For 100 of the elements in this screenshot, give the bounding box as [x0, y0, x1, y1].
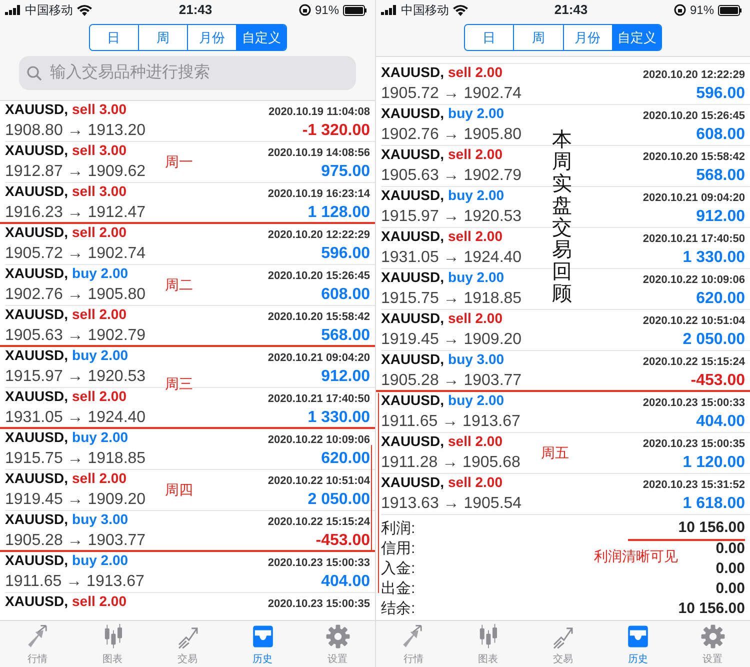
symbol-text: XAUUSD,: [5, 592, 68, 611]
order-type: sell 3.00: [72, 101, 127, 119]
order-type: sell 2.00: [72, 592, 127, 611]
order-type: sell 3.00: [72, 141, 127, 160]
trade-time: 2020.10.19 11:04:08: [268, 104, 370, 120]
search-icon: [27, 66, 42, 80]
symbol-text: XAUUSD,: [381, 227, 444, 246]
summary-label: 利润:: [381, 518, 416, 539]
summary-label: 出金:: [381, 578, 416, 599]
trade-time: 2020.10.22 10:09:06: [268, 432, 370, 448]
price-change: 1902.76 → 1905.80: [381, 124, 522, 144]
trade-time: 2020.10.20 15:58:42: [268, 310, 370, 324]
annotation-text: 周二: [165, 276, 193, 294]
tab-bar-item[interactable]: 设置: [300, 621, 375, 667]
symbol-text: XAUUSD,: [5, 101, 68, 119]
profit-value: 596.00: [696, 84, 745, 104]
tab-bar-item[interactable]: 设置: [675, 621, 750, 667]
period-tab[interactable]: 月份: [187, 25, 236, 50]
tab-bar-item[interactable]: 交易: [150, 621, 225, 667]
order-type: sell 2.00: [448, 227, 503, 246]
period-tab[interactable]: 周: [138, 25, 187, 50]
price-change: 1905.72 → 1902.74: [5, 244, 146, 264]
price-change: 1915.75 → 1918.85: [5, 448, 146, 468]
battery-icon: [343, 4, 367, 16]
order-type: sell 2.00: [72, 469, 127, 488]
profit-value: 620.00: [696, 288, 745, 308]
symbol-text: XAUUSD,: [5, 223, 68, 242]
price-change: 1913.63 → 1905.54: [381, 494, 522, 514]
symbol-text: XAUUSD,: [5, 182, 68, 201]
tab-bar-item[interactable]: 行情: [376, 621, 451, 667]
profit-value: 404.00: [696, 412, 745, 432]
search-input[interactable]: 输入交易品种进行搜索: [48, 60, 348, 86]
symbol-text: XAUUSD,: [5, 305, 68, 324]
order-type: sell 2.00: [448, 145, 503, 164]
price-change: 1931.05 → 1924.40: [5, 408, 146, 428]
symbol-text: XAUUSD,: [381, 186, 444, 205]
period-tab[interactable]: 日: [90, 25, 138, 50]
trade-time: 2020.10.23 15:00:33: [268, 556, 370, 570]
symbol-text: XAUUSD,: [381, 104, 444, 123]
annotation-text: 周三: [165, 374, 193, 394]
order-type: sell 2.00: [448, 63, 503, 82]
order-type: sell 2.00: [448, 432, 503, 451]
symbol-text: XAUUSD,: [5, 510, 68, 529]
period-tab[interactable]: 自定义: [612, 25, 661, 50]
summary-value: 0.00: [716, 538, 745, 559]
tab-bar-item[interactable]: 图表: [75, 621, 150, 667]
period-tab[interactable]: 自定义: [236, 25, 286, 50]
price-change: 1919.45 → 1909.20: [5, 490, 146, 510]
profit-value: 596.00: [321, 244, 370, 264]
summary-value: 0.00: [716, 558, 745, 579]
price-change: 1908.80 → 1913.20: [5, 120, 146, 140]
price-change: 1915.97 → 1920.53: [5, 366, 146, 386]
order-type: sell 2.00: [72, 305, 127, 324]
price-change: 1905.63 → 1902.79: [5, 326, 146, 346]
profit-value: 1 120.00: [682, 452, 745, 472]
profit-value: 912.00: [696, 206, 745, 226]
profit-value: -1 320.00: [302, 120, 370, 140]
search-field[interactable]: 输入交易品种进行搜索: [19, 56, 356, 90]
symbol-text: XAUUSD,: [5, 551, 68, 570]
status-time: 21:43: [554, 1, 588, 20]
order-type: sell 2.00: [448, 473, 503, 492]
tab-bar-item[interactable]: 行情: [0, 621, 75, 667]
rotation-lock-icon: [674, 4, 686, 16]
summary-label: 信用:: [381, 538, 416, 559]
summary-label: 入金:: [381, 558, 416, 579]
carrier-name: 中国移动: [401, 2, 449, 19]
trade-time: 2020.10.21 09:04:20: [642, 190, 745, 206]
trade-time: 2020.10.23 15:00:33: [642, 396, 745, 410]
profit-value: 568.00: [696, 166, 745, 186]
profit-value: 912.00: [321, 366, 370, 386]
tab-bar-item[interactable]: 交易: [526, 621, 600, 667]
tab-bar-item[interactable]: 历史: [600, 621, 676, 667]
symbol-text: XAUUSD,: [381, 432, 444, 451]
tab-bar-item[interactable]: 历史: [225, 621, 300, 667]
symbol-text: XAUUSD,: [5, 141, 68, 160]
symbol-text: XAUUSD,: [5, 264, 68, 283]
symbol-text: XAUUSD,: [381, 309, 444, 328]
order-type: buy 2.00: [448, 268, 504, 287]
trade-time: 2020.10.21 17:40:50: [268, 392, 370, 406]
trade-time: 2020.10.21 09:04:20: [268, 350, 370, 366]
carrier-name: 中国移动: [25, 2, 73, 19]
profit-value: 1 330.00: [682, 248, 745, 268]
price-change: 1905.28 → 1903.77: [5, 530, 146, 550]
symbol-text: XAUUSD,: [381, 145, 444, 164]
symbol-text: XAUUSD,: [5, 469, 68, 488]
period-tab[interactable]: 日: [465, 25, 514, 50]
tab-bar-item[interactable]: 图表: [450, 621, 526, 667]
symbol-text: XAUUSD,: [381, 350, 444, 369]
trade-time: 2020.10.23 15:00:35: [268, 596, 370, 612]
signal-icon: [381, 5, 397, 15]
symbol-text: XAUUSD,: [381, 268, 444, 287]
order-type: sell 2.00: [72, 387, 127, 406]
profit-value: 608.00: [696, 124, 745, 144]
profit-value: 608.00: [321, 284, 370, 304]
period-tab[interactable]: 月份: [562, 25, 612, 50]
price-change: 1902.76 → 1905.80: [5, 284, 146, 304]
order-type: buy 2.00: [448, 104, 504, 123]
period-tab[interactable]: 周: [513, 25, 562, 50]
trade-time: 2020.10.19 14:08:56: [268, 146, 370, 160]
trade-time: 2020.10.22 10:51:04: [642, 314, 745, 328]
